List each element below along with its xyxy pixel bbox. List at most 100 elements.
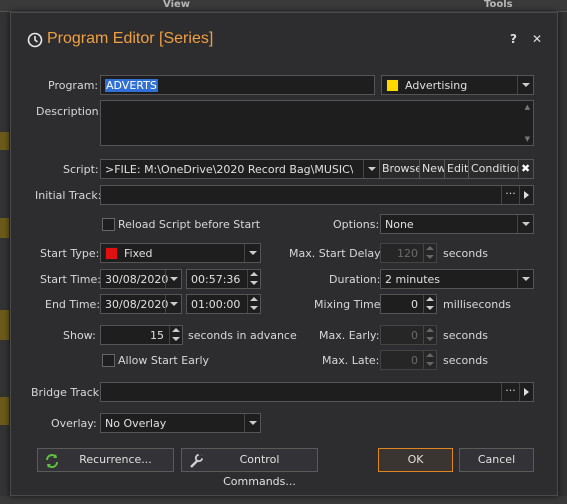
max-start-delay-unit: seconds [443,247,488,260]
spinner-icon[interactable] [169,326,182,344]
options-value: None [385,218,414,231]
program-value: ADVERTS [105,79,158,92]
title-bar: Program Editor [Series] ? ✕ [11,13,557,65]
show-value: 15 [150,329,164,342]
start-type-value: Fixed [124,247,153,260]
script-input[interactable]: >FILE: M:\OneDrive\2020 Record Bag\MUSIC… [100,159,534,179]
recurrence-button[interactable]: Recurrence... [37,448,174,472]
initial-track-label: Initial Track: [35,189,102,202]
script-label: Script: [63,163,99,176]
mixing-time-unit: milliseconds [443,298,511,311]
duration-select[interactable]: 2 minutes [380,269,534,289]
reload-script-label: Reload Script before Start [118,218,261,231]
play-icon[interactable] [519,383,533,401]
bridge-track-label: Bridge Track: [31,386,103,399]
control-commands-label: Control Commands... [223,453,296,488]
clock-icon [27,32,43,48]
initial-track-input[interactable]: ··· [100,185,534,205]
cancel-button[interactable]: Cancel [459,448,534,472]
close-button[interactable]: ✕ [532,32,542,46]
background-right-panel [558,12,567,504]
start-date-picker[interactable]: 30/08/2020 [100,269,182,289]
max-early-value: 0 [411,329,418,342]
start-type-label: Start Type: [40,247,100,260]
chevron-down-icon[interactable] [517,215,533,233]
dialog-title: Program Editor [Series] [47,30,214,47]
scroll-up-icon[interactable]: ▲ [525,103,530,111]
help-button[interactable]: ? [510,32,517,46]
wrench-icon [190,453,204,468]
allow-start-early-checkbox[interactable] [102,354,115,367]
show-unit: seconds in advance [188,329,297,342]
condition-button[interactable]: Condition [468,160,526,178]
max-start-delay-value: 120 [397,247,418,260]
max-late-spinner[interactable]: 0 [380,350,437,370]
background-view-label: View [163,0,191,10]
duration-label: Duration: [329,273,381,286]
program-editor-dialog: Program Editor [Series] ? ✕ Program: ADV… [10,12,558,496]
allow-start-early-label: Allow Start Early [118,354,210,367]
chevron-down-icon[interactable] [165,270,181,288]
chevron-down-icon[interactable] [244,414,260,432]
clear-script-button[interactable]: ✖ [518,160,533,178]
spinner-icon[interactable] [423,244,436,262]
background-bottom-bar [0,496,567,504]
chevron-down-icon[interactable] [363,160,379,178]
max-start-delay-label: Max. Start Delay: [289,247,384,260]
browse-track-button[interactable]: ··· [501,186,519,204]
background-left-panel [0,12,10,504]
ok-button[interactable]: OK [378,448,453,472]
chevron-down-icon[interactable] [517,270,533,288]
spinner-icon[interactable] [247,295,260,313]
chevron-down-icon[interactable] [517,76,533,94]
background-marker [0,397,9,425]
show-label: Show: [63,329,96,342]
play-icon[interactable] [519,186,533,204]
program-input[interactable]: ADVERTS [100,75,375,95]
browse-bridge-track-button[interactable]: ··· [501,383,519,401]
browse-button[interactable]: Browse [379,160,425,178]
edit-button[interactable]: Edit [444,160,471,178]
category-value: Advertising [405,79,468,92]
spinner-icon[interactable] [423,295,436,313]
category-select[interactable]: Advertising [381,75,534,95]
background-marker [0,310,9,340]
background-marker [0,132,9,150]
control-commands-button[interactable]: Control Commands... [181,448,318,488]
mixing-time-spinner[interactable]: 0 [380,294,437,314]
background-menu-bar: View Tools [0,0,567,12]
chevron-down-icon[interactable] [165,295,181,313]
options-select[interactable]: None [380,214,534,234]
reload-script-checkbox[interactable] [102,218,115,231]
max-early-label: Max. Early: [319,329,380,342]
end-time-spinner[interactable]: 01:00:00 [186,294,261,314]
show-spinner[interactable]: 15 [100,325,183,345]
start-date-value: 30/08/2020 [105,273,169,286]
max-start-delay-spinner[interactable]: 120 [380,243,437,263]
description-textarea[interactable]: ▲ ▼ [100,100,534,146]
spinner-icon[interactable] [423,351,436,369]
max-early-unit: seconds [443,329,488,342]
end-time-value: 01:00:00 [191,298,241,311]
max-early-spinner[interactable]: 0 [380,325,437,345]
spinner-icon[interactable] [423,326,436,344]
max-late-unit: seconds [443,354,488,367]
recurrence-icon [46,454,58,468]
background-tools-label: Tools [484,0,513,10]
mixing-time-value: 0 [411,298,418,311]
start-time-spinner[interactable]: 00:57:36 [186,269,261,289]
program-label: Program: [48,79,99,92]
category-color-swatch [386,79,399,92]
end-date-picker[interactable]: 30/08/2020 [100,294,182,314]
mixing-time-label: Mixing Time: [314,298,385,311]
bridge-track-input[interactable]: ··· [100,382,534,402]
chevron-down-icon[interactable] [244,244,260,262]
spinner-icon[interactable] [247,270,260,288]
background-marker [0,218,9,238]
script-value: >FILE: M:\OneDrive\2020 Record Bag\MUSIC… [105,163,353,176]
scroll-down-icon[interactable]: ▼ [525,135,530,143]
overlay-select[interactable]: No Overlay [100,413,261,433]
duration-value: 2 minutes [385,273,441,286]
start-type-select[interactable]: Fixed [100,243,261,263]
max-late-value: 0 [411,354,418,367]
